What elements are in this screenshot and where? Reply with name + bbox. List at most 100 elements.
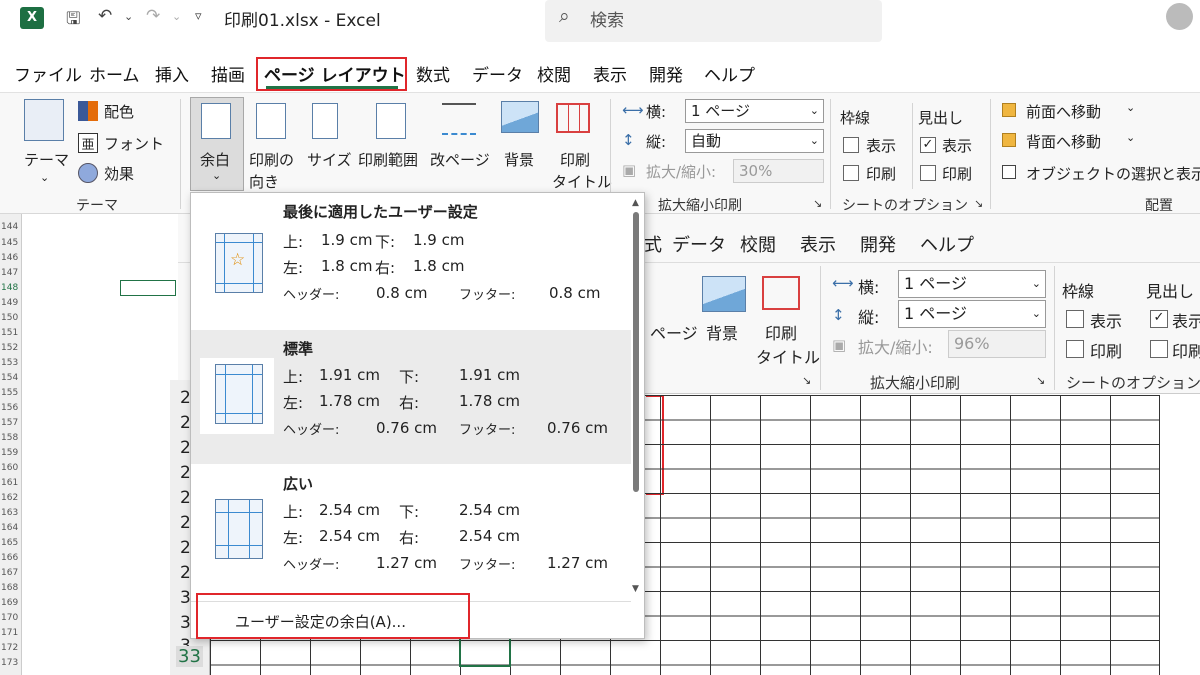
themes-button[interactable]: テーマ: [24, 149, 69, 170]
fonts-button[interactable]: フォント: [104, 133, 164, 154]
gridlines-view-checkbox[interactable]: [843, 137, 859, 153]
inner-headings-print-checkbox: [1150, 340, 1168, 358]
row-number[interactable]: 149: [1, 298, 18, 308]
tab-draw[interactable]: 描画: [211, 61, 245, 86]
row-number[interactable]: 144: [1, 222, 18, 232]
row-number[interactable]: 150: [1, 313, 18, 323]
row-number[interactable]: 148: [1, 283, 18, 293]
background-button[interactable]: 背景: [504, 149, 534, 170]
breaks-button[interactable]: 改ページ: [430, 149, 490, 170]
dialog-launcher-icon[interactable]: ↘: [974, 197, 983, 210]
row-number[interactable]: 157: [1, 418, 18, 428]
left-label: 左:: [283, 259, 304, 277]
row-number[interactable]: 152: [1, 343, 18, 353]
row-number[interactable]: 155: [1, 388, 18, 398]
undo-dropdown-icon[interactable]: ⌄: [124, 10, 133, 23]
print-titles-label-2[interactable]: タイトル: [552, 171, 612, 192]
print-area-button[interactable]: 印刷範囲: [358, 149, 418, 170]
scrollbar-thumb[interactable]: [633, 212, 639, 492]
size-icon: [312, 103, 338, 139]
group-sheet-options-label: シートのオプション: [842, 198, 968, 214]
height-select[interactable]: 自動 ⌄: [685, 129, 824, 153]
tab-data[interactable]: データ: [472, 61, 523, 86]
row-number[interactable]: 169: [1, 598, 18, 608]
dialog-launcher-icon[interactable]: ↘: [813, 197, 822, 210]
row-number[interactable]: 167: [1, 568, 18, 578]
tab-view[interactable]: 表示: [593, 61, 627, 86]
active-cell[interactable]: [459, 637, 511, 667]
send-backward-button[interactable]: 背面へ移動: [1026, 131, 1101, 152]
tab-developer[interactable]: 開発: [649, 61, 683, 86]
row-number[interactable]: 168: [1, 583, 18, 593]
customize-qat-icon[interactable]: ▿: [195, 9, 202, 24]
row-number[interactable]: 170: [1, 613, 18, 623]
undo-icon[interactable]: ↶: [98, 6, 112, 26]
row-number[interactable]: 147: [1, 268, 18, 278]
colors-button[interactable]: 配色: [104, 101, 134, 122]
scroll-down-icon[interactable]: ▼: [632, 584, 639, 594]
chevron-down-icon[interactable]: ⌄: [1126, 101, 1135, 114]
top-label: 上:: [283, 233, 304, 251]
bring-forward-button[interactable]: 前面へ移動: [1026, 101, 1101, 122]
inner-headings-print-label: 印刷: [1172, 342, 1200, 361]
row-number[interactable]: 160: [1, 463, 18, 473]
row-number[interactable]: 166: [1, 553, 18, 563]
tab-home[interactable]: ホーム: [89, 61, 140, 86]
orientation-label-1[interactable]: 印刷の: [249, 149, 294, 170]
row-number[interactable]: 171: [1, 628, 18, 638]
row-number[interactable]: 163: [1, 508, 18, 518]
row-number[interactable]: 165: [1, 538, 18, 548]
selection-pane-button[interactable]: オブジェクトの選択と表示: [1026, 163, 1200, 184]
effects-icon: [78, 163, 98, 183]
gridlines-print-checkbox[interactable]: [843, 165, 859, 181]
tab-help[interactable]: ヘルプ: [704, 61, 755, 86]
print-area-icon: [376, 103, 406, 139]
autosave-icon[interactable]: 🖫: [66, 6, 80, 35]
margin-option-last-custom[interactable]: 最後に適用したユーザー設定 ☆ 上: 1.9 cm 下: 1.9 cm 左: 1…: [191, 193, 631, 327]
row-number[interactable]: 158: [1, 433, 18, 443]
row-number[interactable]: 146: [1, 253, 18, 263]
margin-line: [216, 283, 262, 284]
width-select[interactable]: 1 ページ ⌄: [685, 99, 824, 123]
margin-option-normal[interactable]: 標準 上: 1.91 cm 下: 1.91 cm 左: 1.78 cm 右: 1…: [191, 330, 631, 464]
row-number[interactable]: 154: [1, 373, 18, 383]
headings-view-checkbox[interactable]: ✓: [920, 137, 936, 153]
left-value: 2.54 cm: [319, 527, 381, 545]
left-label: 左:: [283, 394, 304, 412]
chevron-down-icon[interactable]: ⌄: [1126, 131, 1135, 144]
selected-cell[interactable]: [120, 280, 176, 296]
themes-icon[interactable]: [24, 99, 64, 141]
redo-icon[interactable]: ↷: [146, 6, 160, 26]
top-value: 1.91 cm: [319, 366, 381, 384]
effects-button[interactable]: 効果: [104, 163, 134, 184]
row-number[interactable]: 173: [1, 658, 18, 668]
tab-insert[interactable]: 挿入: [155, 61, 189, 86]
themes-dropdown-icon[interactable]: ⌄: [40, 171, 49, 184]
tab-formulas[interactable]: 数式: [416, 61, 450, 86]
avatar[interactable]: [1166, 3, 1193, 30]
row-number[interactable]: 145: [1, 238, 18, 248]
tab-file[interactable]: ファイル: [14, 61, 82, 86]
scroll-up-icon[interactable]: ▲: [632, 198, 639, 208]
row-number[interactable]: 159: [1, 448, 18, 458]
margin-option-wide[interactable]: 広い 上: 2.54 cm 下: 2.54 cm 左: 2.54 cm 右: 2…: [191, 465, 631, 599]
tab-page-layout[interactable]: ページ レイアウト: [264, 61, 406, 86]
tab-review[interactable]: 校閲: [537, 61, 571, 86]
row-number[interactable]: 164: [1, 523, 18, 533]
row-number[interactable]: 161: [1, 478, 18, 488]
scale-spinner[interactable]: 30%: [733, 159, 824, 183]
print-titles-label-1[interactable]: 印刷: [560, 149, 590, 170]
redo-dropdown-icon[interactable]: ⌄: [172, 10, 181, 23]
dropdown-scrollbar[interactable]: ▲ ▼: [632, 198, 640, 598]
margins-label: 余白: [200, 151, 231, 169]
row-number[interactable]: 153: [1, 358, 18, 368]
orientation-label-2[interactable]: 向き: [249, 171, 279, 192]
search-box[interactable]: ⌕ 検索: [545, 0, 882, 42]
row-number[interactable]: 172: [1, 643, 18, 653]
row-number[interactable]: 156: [1, 403, 18, 413]
row-number[interactable]: 151: [1, 328, 18, 338]
size-button[interactable]: サイズ: [307, 149, 352, 170]
row-number[interactable]: 162: [1, 493, 18, 503]
headings-print-checkbox[interactable]: [920, 165, 936, 181]
divider: [1054, 266, 1055, 390]
